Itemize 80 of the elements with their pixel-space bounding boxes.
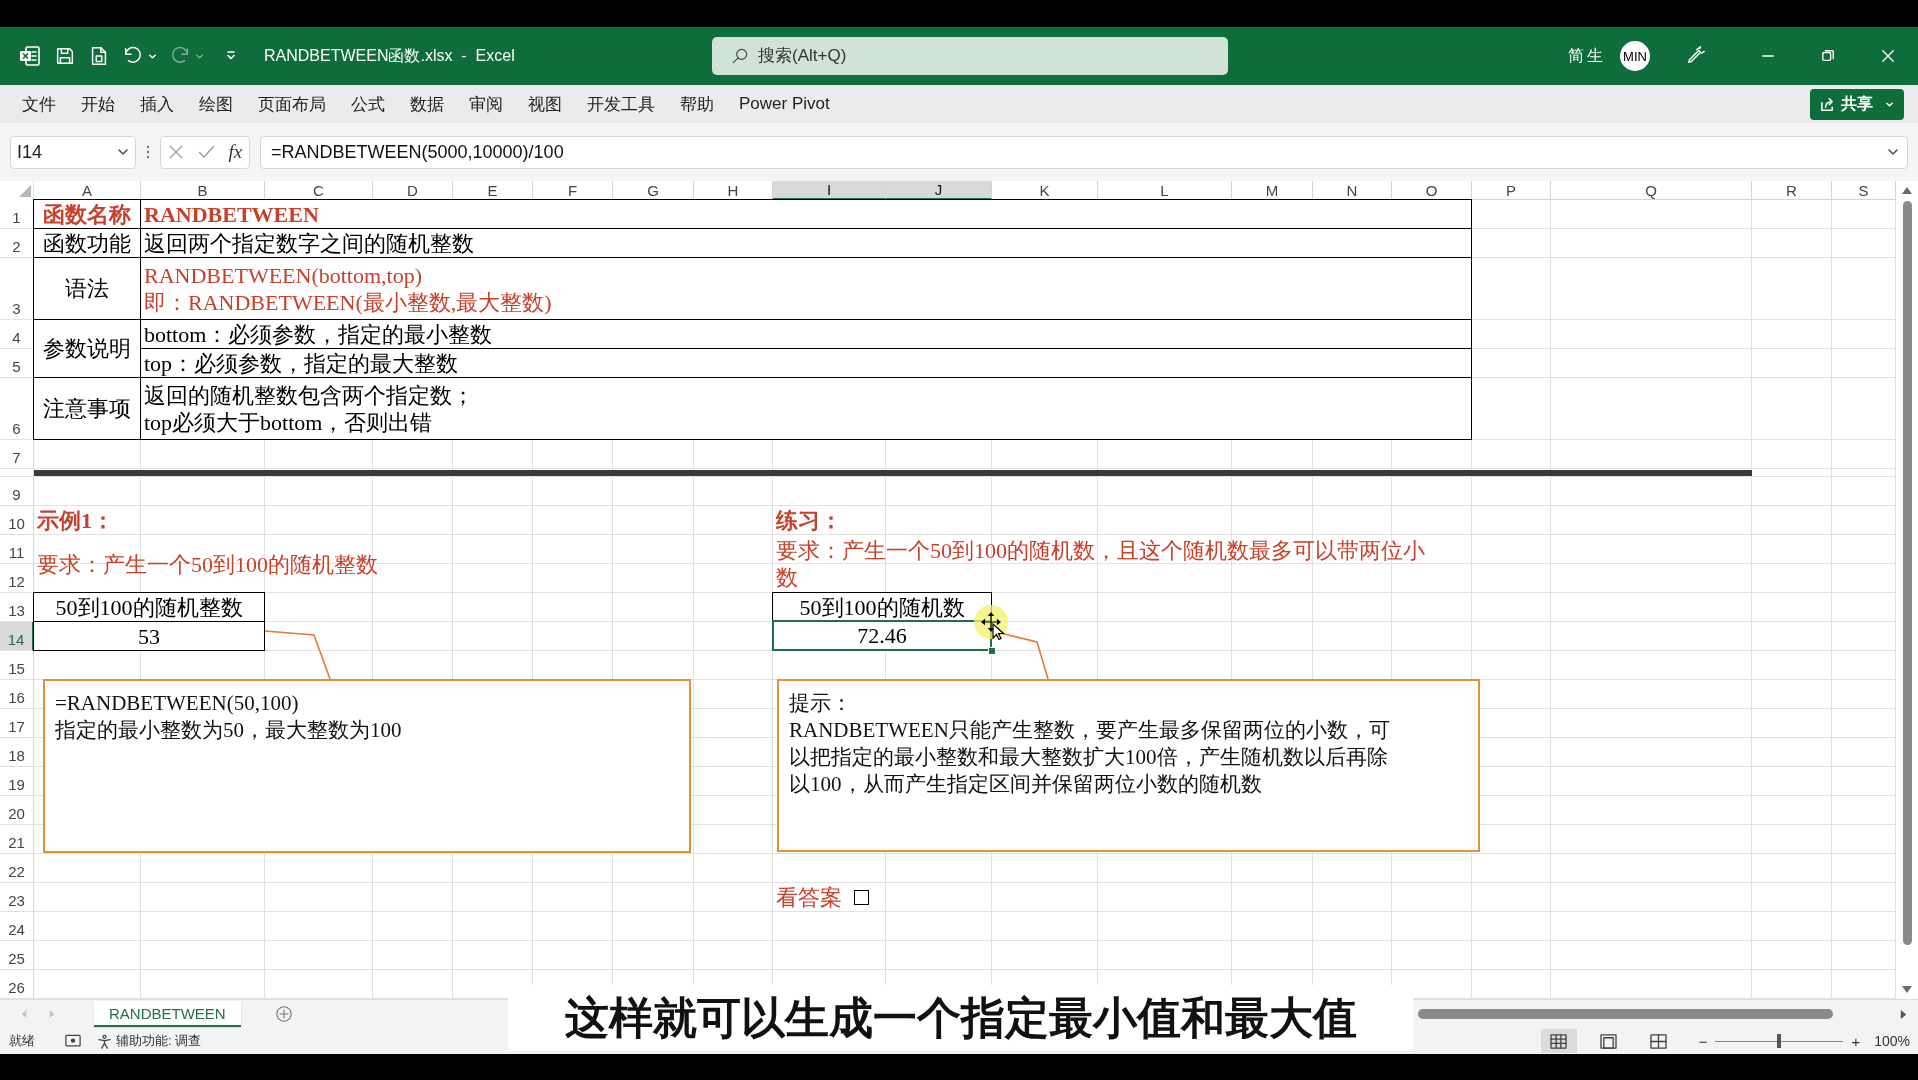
zoom-in-button[interactable]: + [1851,1032,1861,1050]
menu-tab[interactable]: 插入 [140,86,174,122]
table-cell[interactable]: 返回的随机整数包含两个指定数； top必须大于bottom，否则出错 [140,377,1472,440]
menu-tab[interactable]: 绘图 [199,86,233,122]
accessibility-button[interactable]: 辅助功能: 调查 [97,1032,202,1050]
window-title: RANDBETWEEN函数.xlsx - Excel [264,45,515,66]
share-icon [1820,96,1835,112]
scroll-up-icon[interactable] [1901,185,1913,195]
share-button[interactable]: 共享 [1810,88,1904,120]
table-cell[interactable]: 函数名称 [33,199,141,229]
fill-handle[interactable] [988,647,996,655]
menu-tab[interactable]: 开始 [81,86,115,122]
scroll-right-icon[interactable] [1899,1008,1908,1020]
user-name: 简生 [1568,45,1606,66]
cell-text[interactable]: 要求：产生一个50到100的随机数，且这个随机数最多可以带两位小 数 [773,535,1472,593]
close-icon[interactable] [1881,49,1895,63]
formula-field[interactable]: =RANDBETWEEN(5000,10000)/100 [260,135,1908,169]
sheet-tab[interactable]: RANDBETWEEN [94,1001,241,1027]
caret-icon [1885,99,1894,109]
save-icon[interactable] [54,45,76,67]
column-header[interactable]: Q [1551,181,1752,200]
check-icon[interactable] [197,144,216,160]
table-cell[interactable]: 注意事项 [33,377,141,440]
menu-tab[interactable]: 页面布局 [258,86,326,122]
caret-icon[interactable] [148,51,157,61]
cancel-icon[interactable] [167,144,184,160]
zoom-out-button[interactable]: − [1698,1032,1708,1050]
avatar[interactable]: MIN [1620,41,1650,71]
table-cell[interactable]: RANDBETWEEN [140,199,1472,229]
table-cell[interactable]: 参数说明 [33,319,141,378]
page-view-icon [1600,1033,1618,1049]
name-box[interactable]: I14 [10,135,136,169]
column-header[interactable]: R [1752,181,1832,200]
scroll-down-icon[interactable] [1901,985,1913,995]
callout-text: =RANDBETWEEN(50,100) [55,690,300,717]
table-cell[interactable]: 50到100的随机整数 [33,592,265,622]
page-view-icon [1650,1033,1668,1049]
insert-function-button[interactable]: fx [228,141,243,163]
grip-icon[interactable] [146,145,150,159]
callout-text: 提示： [789,690,853,717]
cell-text[interactable]: 练习： [773,506,1098,535]
search-icon [730,46,750,66]
menu-tab[interactable]: 数据 [410,86,444,122]
customize-icon[interactable] [226,50,236,62]
menu-tab[interactable]: 文件 [22,86,56,122]
menu-tab[interactable]: 开发工具 [587,86,655,122]
cell-text[interactable]: 示例1： [34,506,453,535]
table-cell[interactable]: 72.46 [772,620,992,651]
menu-tab[interactable]: 公式 [351,86,385,122]
menu-tab[interactable]: 审阅 [469,86,503,122]
checkbox-label[interactable]: 看答案 [776,884,842,911]
menu-tab[interactable]: 帮助 [680,86,714,122]
view-button[interactable] [1540,1029,1577,1053]
callout-text: 指定的最小整数为50，最大整数为100 [55,717,403,744]
cell-text[interactable]: 要求：产生一个50到100的随机整数 [34,535,773,593]
restore-icon[interactable] [1821,49,1835,63]
add-sheet-icon[interactable] [274,1005,293,1023]
menu-tab[interactable]: Power Pivot [739,88,830,120]
column-header[interactable]: S [1832,181,1896,200]
table-cell[interactable]: 53 [33,621,265,651]
accessibility-icon [97,1033,112,1049]
scroll-thumb[interactable] [1418,1009,1833,1019]
video-caption: 这样就可以生成一个指定最小值和最大值 [508,985,1413,1051]
search-bar[interactable]: 搜索(Alt+Q) [712,37,1228,75]
excel-logo-icon[interactable] [18,44,42,68]
scroll-thumb[interactable] [1902,201,1912,945]
page-view-icon [1550,1033,1568,1049]
callout-text: RANDBETWEEN只能产生整数，要产生最多保留两位的小数，可 以把指定的最小整数和最大整数扩大100倍，产生随机数以后再除 以100，从而产生指定区间并保留两位小数的随机数 [789,717,1391,798]
caret-icon[interactable] [195,51,204,61]
status-text: 就绪 [9,1032,35,1050]
connector-line [264,630,331,680]
search-field[interactable]: 搜索(Alt+Q) [758,46,1058,66]
zoom-level: 100% [1874,1033,1910,1049]
checkbox[interactable] [854,890,869,905]
menu-tab[interactable]: 视图 [528,86,562,122]
table-cell[interactable]: 50到100的随机数 [772,592,992,622]
column-header[interactable]: P [1472,181,1551,200]
slider-thumb[interactable] [1777,1034,1782,1048]
row-header[interactable]: 14 [0,622,34,651]
macro-record-icon[interactable] [65,1033,81,1049]
